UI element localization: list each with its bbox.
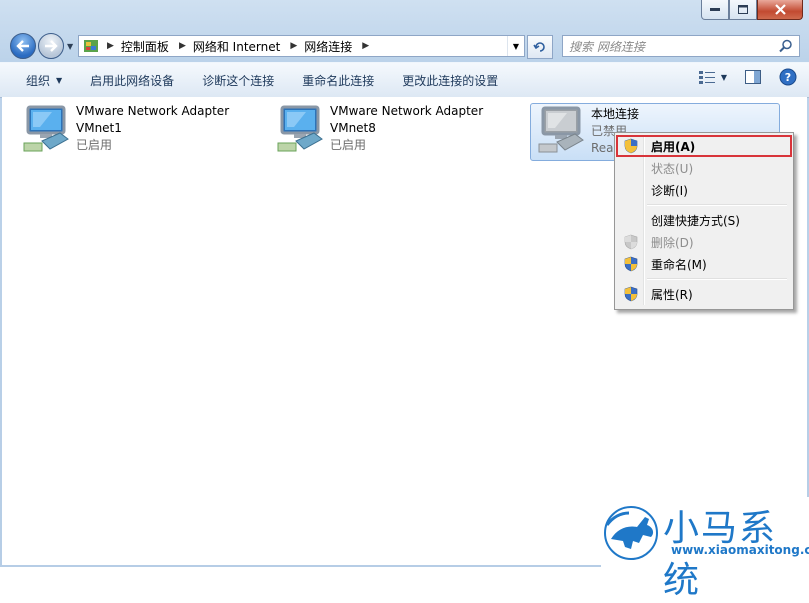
menu-separator: [647, 204, 787, 206]
connection-name: VMware Network Adapter: [330, 104, 484, 118]
connection-device: VMnet1: [76, 121, 122, 135]
nav-buttons: ▼: [10, 33, 73, 59]
arrow-left-icon: [16, 40, 29, 52]
menu-item-delete[interactable]: 删除(D): [617, 232, 791, 252]
connection-status: 已启用: [76, 138, 113, 152]
connection-item[interactable]: VMware Network Adapter VMnet8 已启用: [274, 103, 483, 159]
breadcrumb-separator[interactable]: ▶: [179, 41, 186, 51]
shield-icon: [624, 234, 638, 250]
organize-label: 组织: [26, 73, 51, 88]
connection-device: VMnet8: [330, 121, 376, 135]
address-bar: ▼ ▶ 控制面板 ▶ 网络和 Internet ▶ 网络连接 ▶ ▼ 搜索 网络…: [6, 30, 803, 60]
menu-item-label: 状态(U): [651, 161, 694, 176]
shield-icon: [624, 256, 638, 272]
menu-item-properties[interactable]: 属性(R): [617, 284, 791, 304]
menu-item-label: 创建快捷方式(S): [651, 213, 740, 228]
context-menu: 启用(A) 状态(U) 诊断(I) 创建快捷方式(S) 删除(D) 重命名(M)…: [614, 132, 794, 310]
menu-item-status[interactable]: 状态(U): [617, 158, 791, 178]
network-adapter-icon: [277, 105, 323, 152]
connection-item[interactable]: VMware Network Adapter VMnet1 已启用: [20, 103, 229, 159]
network-adapter-disabled-icon: [538, 106, 584, 153]
diagnose-button[interactable]: 诊断这个连接: [188, 63, 288, 97]
preview-pane-button[interactable]: [745, 70, 761, 84]
breadcrumb-network-connections[interactable]: 网络连接: [304, 38, 352, 55]
help-icon: ?: [779, 68, 797, 86]
menu-item-create-shortcut[interactable]: 创建快捷方式(S): [617, 210, 791, 230]
arrow-right-icon: [45, 40, 58, 52]
breadcrumb-separator[interactable]: ▶: [290, 41, 297, 51]
menu-item-label: 重命名(M): [651, 257, 707, 272]
view-controls: ▼ ?: [689, 68, 797, 86]
connection-name: VMware Network Adapter: [76, 104, 230, 118]
chevron-down-icon: ▼: [512, 41, 520, 51]
breadcrumb-network-internet[interactable]: 网络和 Internet: [193, 38, 280, 55]
watermark-url: www.xiaomaxitong.com: [671, 543, 809, 557]
help-button[interactable]: ?: [779, 68, 797, 86]
connection-status: 已启用: [330, 138, 367, 152]
view-details-icon: [698, 71, 715, 84]
minimize-icon: [710, 7, 720, 11]
refresh-button[interactable]: [527, 35, 553, 59]
minimize-button[interactable]: [701, 0, 729, 20]
network-adapter-icon: [23, 105, 69, 152]
maximize-button[interactable]: [729, 0, 757, 20]
connection-name: 本地连接: [591, 107, 640, 121]
preview-pane-icon: [745, 70, 761, 84]
menu-item-rename[interactable]: 重命名(M): [617, 254, 791, 274]
view-options-button[interactable]: ▼: [698, 70, 727, 84]
command-bar: 组织 ▼ 启用此网络设备 诊断这个连接 重命名此连接 更改此连接的设置 ▼ ?: [0, 62, 809, 98]
explorer-window: ▼ ▶ 控制面板 ▶ 网络和 Internet ▶ 网络连接 ▶ ▼ 搜索 网络…: [0, 0, 809, 601]
shield-icon: [624, 138, 638, 154]
forward-button[interactable]: [38, 33, 64, 59]
svg-text:?: ?: [785, 71, 791, 84]
change-settings-button[interactable]: 更改此连接的设置: [388, 63, 512, 97]
window-controls: [701, 0, 803, 20]
search-icon[interactable]: [779, 39, 793, 53]
breadcrumb-separator[interactable]: ▶: [107, 41, 114, 51]
breadcrumb-control-panel[interactable]: 控制面板: [121, 38, 169, 55]
maximize-icon: [738, 5, 748, 14]
search-box[interactable]: 搜索 网络连接: [562, 35, 800, 57]
close-button[interactable]: [757, 0, 803, 20]
refresh-icon: [533, 42, 545, 52]
rename-button[interactable]: 重命名此连接: [288, 63, 388, 97]
menu-item-enable[interactable]: 启用(A): [616, 135, 792, 157]
menu-item-label: 删除(D): [651, 235, 694, 250]
horse-logo-icon: [604, 506, 658, 560]
close-icon: [774, 4, 786, 15]
address-box[interactable]: ▶ 控制面板 ▶ 网络和 Internet ▶ 网络连接 ▶ ▼: [78, 35, 525, 57]
recent-pages-dropdown[interactable]: ▼: [67, 42, 73, 51]
menu-separator: [647, 278, 787, 280]
chevron-down-icon: ▼: [720, 72, 727, 82]
enable-device-button[interactable]: 启用此网络设备: [76, 63, 188, 97]
organize-menu[interactable]: 组织 ▼: [0, 63, 76, 97]
menu-item-label: 诊断(I): [651, 183, 688, 198]
chevron-down-icon: ▼: [56, 75, 63, 85]
menu-item-label: 启用(A): [651, 139, 696, 154]
address-dropdown[interactable]: ▼: [507, 36, 524, 56]
menu-item-diagnose[interactable]: 诊断(I): [617, 180, 791, 200]
menu-item-label: 属性(R): [651, 287, 693, 302]
watermark-logo: 小马系统 www.xiaomaxitong.com: [601, 497, 809, 601]
search-placeholder[interactable]: 搜索 网络连接: [569, 38, 779, 55]
control-panel-icon: [84, 40, 98, 52]
breadcrumb-separator[interactable]: ▶: [362, 41, 369, 51]
shield-icon: [624, 286, 638, 302]
back-button[interactable]: [10, 33, 36, 59]
